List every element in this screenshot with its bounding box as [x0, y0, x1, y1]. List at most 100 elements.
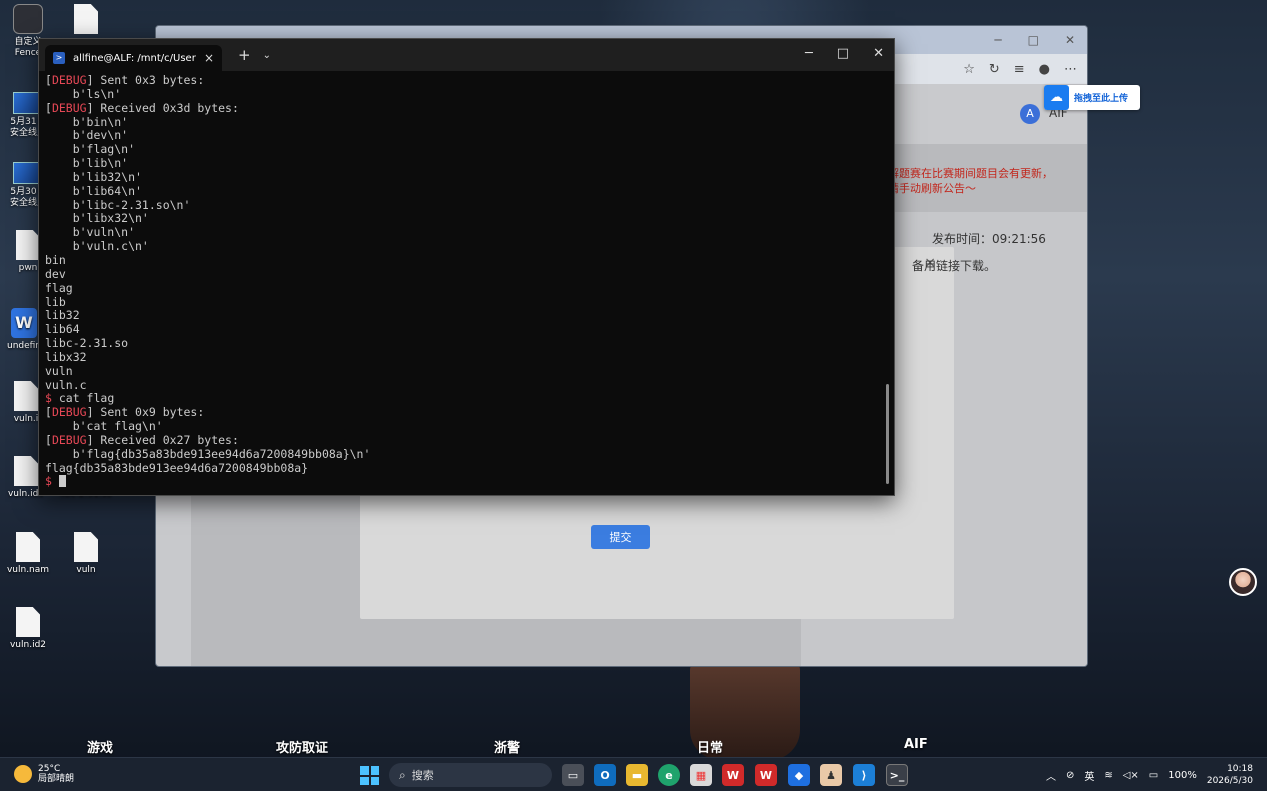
terminal-line: vuln.c [45, 377, 888, 393]
terminal-line: b'vuln\n' [45, 225, 888, 240]
collections-icon[interactable]: ≡ [1014, 62, 1025, 77]
cloud-upload-icon: ☁ [1044, 85, 1069, 110]
battery-level: 100% [1168, 769, 1197, 781]
desktop-icon[interactable]: vuln [56, 532, 116, 576]
terminal-line-text: dev [45, 266, 66, 281]
user-avatar[interactable]: A [1020, 104, 1040, 124]
shell-prompt: $ [45, 474, 52, 489]
task-view-icon[interactable]: ▭ [562, 764, 584, 786]
desktop-icon[interactable]: vuln.nam [0, 532, 58, 576]
desktop-icon[interactable] [56, 4, 116, 37]
vscode-icon[interactable]: ⟩ [853, 764, 875, 786]
tray-expand-icon[interactable]: ︿ [1046, 768, 1056, 783]
upload-badge-label: 拖拽至此上传 [1074, 94, 1129, 104]
terminal-maximize-icon[interactable]: □ [837, 46, 849, 61]
temperature: 25°C [38, 764, 61, 774]
terminal-line: bin [45, 252, 888, 268]
wps-icon[interactable]: W [722, 764, 744, 786]
terminal-window[interactable]: > allfine@ALF: /mnt/c/Users/34 × + ⌄ ─ □… [38, 38, 895, 496]
input-language[interactable]: 英 [1084, 768, 1094, 783]
battery-icon[interactable]: ▭ [1149, 770, 1158, 781]
terminal-line-text: libx32 [45, 349, 87, 364]
tab-dropdown-icon[interactable]: ⌄ [263, 50, 271, 61]
outlook-icon[interactable]: O [594, 764, 616, 786]
upload-drop-badge[interactable]: ☁ 拖拽至此上传 [1044, 85, 1140, 110]
minimize-icon[interactable]: ─ [994, 33, 1001, 47]
debug-tag: DEBUG [51, 100, 87, 115]
debug-tag: DEBUG [51, 73, 87, 87]
terminal-line: b'bin\n' [45, 115, 888, 130]
terminal-app-icon[interactable]: >_ [886, 764, 908, 786]
refresh-icon[interactable]: ↻ [989, 62, 1000, 77]
character-app-icon[interactable]: ♟ [820, 764, 842, 786]
taskbar: 25°C 局部晴朗 ⌕ 搜索 ▭ O ▬ e ▦ W W ◆ ♟ ⟩ >_ ︿ … [0, 757, 1267, 791]
shell-icon: > [53, 52, 65, 64]
submit-button[interactable]: 提交 [591, 525, 650, 549]
maximize-icon[interactable]: □ [1028, 33, 1039, 47]
terminal-line: b'ls\n' [45, 87, 888, 102]
network-off-icon[interactable]: ⊘ [1066, 770, 1074, 781]
terminal-line: [DEBUG] Received 0x3d bytes: [45, 100, 239, 115]
terminal-line: b'cat flag\n' [45, 419, 888, 434]
category-label: AIF [904, 737, 928, 752]
terminal-line-text: Sent 0x3 bytes: [93, 73, 205, 87]
weather-widget[interactable]: 25°C 局部晴朗 [14, 764, 74, 784]
desktop-icon[interactable]: vuln.id2 [0, 607, 58, 651]
terminal-line: vuln [45, 364, 888, 379]
terminal-line: b'lib64\n' [45, 184, 888, 199]
terminal-line-text: b'cat flag\n' [45, 419, 163, 434]
shell-prompt: $ [45, 391, 52, 406]
profile-icon[interactable]: ● [1039, 62, 1050, 77]
edge-icon[interactable]: e [658, 764, 680, 786]
terminal-line: b'dev\n' [45, 128, 888, 143]
store-icon[interactable]: ▦ [690, 764, 712, 786]
close-icon[interactable]: ✕ [1065, 33, 1075, 47]
terminal-line-text: b'dev\n' [45, 128, 129, 143]
terminal-line-text: cat flag [51, 391, 115, 406]
terminal-line: lib32 [45, 308, 888, 323]
windows-logo-icon [360, 766, 369, 775]
feishu-icon[interactable]: ◆ [788, 764, 810, 786]
browser-window-controls: ─ □ ✕ [994, 33, 1087, 47]
file-explorer-icon[interactable]: ▬ [626, 764, 648, 786]
terminal-scrollbar[interactable] [886, 384, 889, 484]
wps-office-icon[interactable]: W [755, 764, 777, 786]
terminal-line: $ [45, 475, 888, 489]
more-menu-icon[interactable]: ⋯ [1064, 62, 1077, 77]
terminal-close-icon[interactable]: ✕ [873, 46, 884, 61]
taskbar-search[interactable]: ⌕ 搜索 [389, 763, 552, 787]
terminal-output[interactable]: [DEBUG] Sent 0x3 bytes: b'ls\n' [DEBUG] R… [39, 71, 894, 492]
terminal-line-text: vuln.c [45, 377, 87, 392]
desktop-icon-label: vuln.nam [6, 565, 50, 575]
terminal-line: flag [45, 280, 888, 296]
terminal-tab-title: allfine@ALF: /mnt/c/Users/34 [73, 52, 196, 64]
category-label: 浙警 [494, 741, 521, 756]
clock[interactable]: 10:18 2026/5/30 [1207, 763, 1253, 787]
terminal-line-text: bin [45, 252, 66, 267]
favorite-star-icon[interactable]: ☆ [963, 62, 975, 77]
category-label: 游戏 [87, 741, 114, 756]
download-link-text[interactable]: 备用链接下载。 [912, 257, 996, 274]
start-button[interactable] [360, 766, 379, 785]
volume-icon[interactable]: ◁× [1123, 770, 1139, 781]
search-placeholder: 搜索 [411, 769, 434, 782]
search-icon: ⌕ [399, 767, 406, 782]
weather-text: 局部晴朗 [38, 774, 75, 784]
notice-text: 解题赛在比赛期间题目会有更新，请手动刷新公告～ [888, 167, 1053, 195]
terminal-tab[interactable]: > allfine@ALF: /mnt/c/Users/34 × [45, 45, 222, 71]
assistant-avatar[interactable] [1229, 568, 1257, 596]
desktop-icon-label: vuln.id2 [9, 640, 47, 650]
tab-close-icon[interactable]: × [204, 51, 214, 65]
sun-icon [14, 765, 32, 783]
terminal-tabbar: > allfine@ALF: /mnt/c/Users/34 × + ⌄ ─ □… [39, 39, 894, 71]
publish-time: 发布时间：09:21:56 [932, 232, 1046, 246]
new-tab-button[interactable]: + [238, 46, 251, 64]
terminal-line: [DEBUG] Received 0x27 bytes: [45, 432, 239, 447]
terminal-line-text: Received 0x27 bytes: [93, 432, 239, 447]
terminal-line-text: b'lib32\n' [45, 169, 142, 184]
file-icon [16, 230, 40, 260]
wifi-icon[interactable]: ≋ [1104, 770, 1112, 781]
terminal-line-text: b'lib\n' [45, 156, 129, 171]
terminal-minimize-icon[interactable]: ─ [805, 46, 813, 61]
terminal-line-text: flag [45, 280, 73, 295]
